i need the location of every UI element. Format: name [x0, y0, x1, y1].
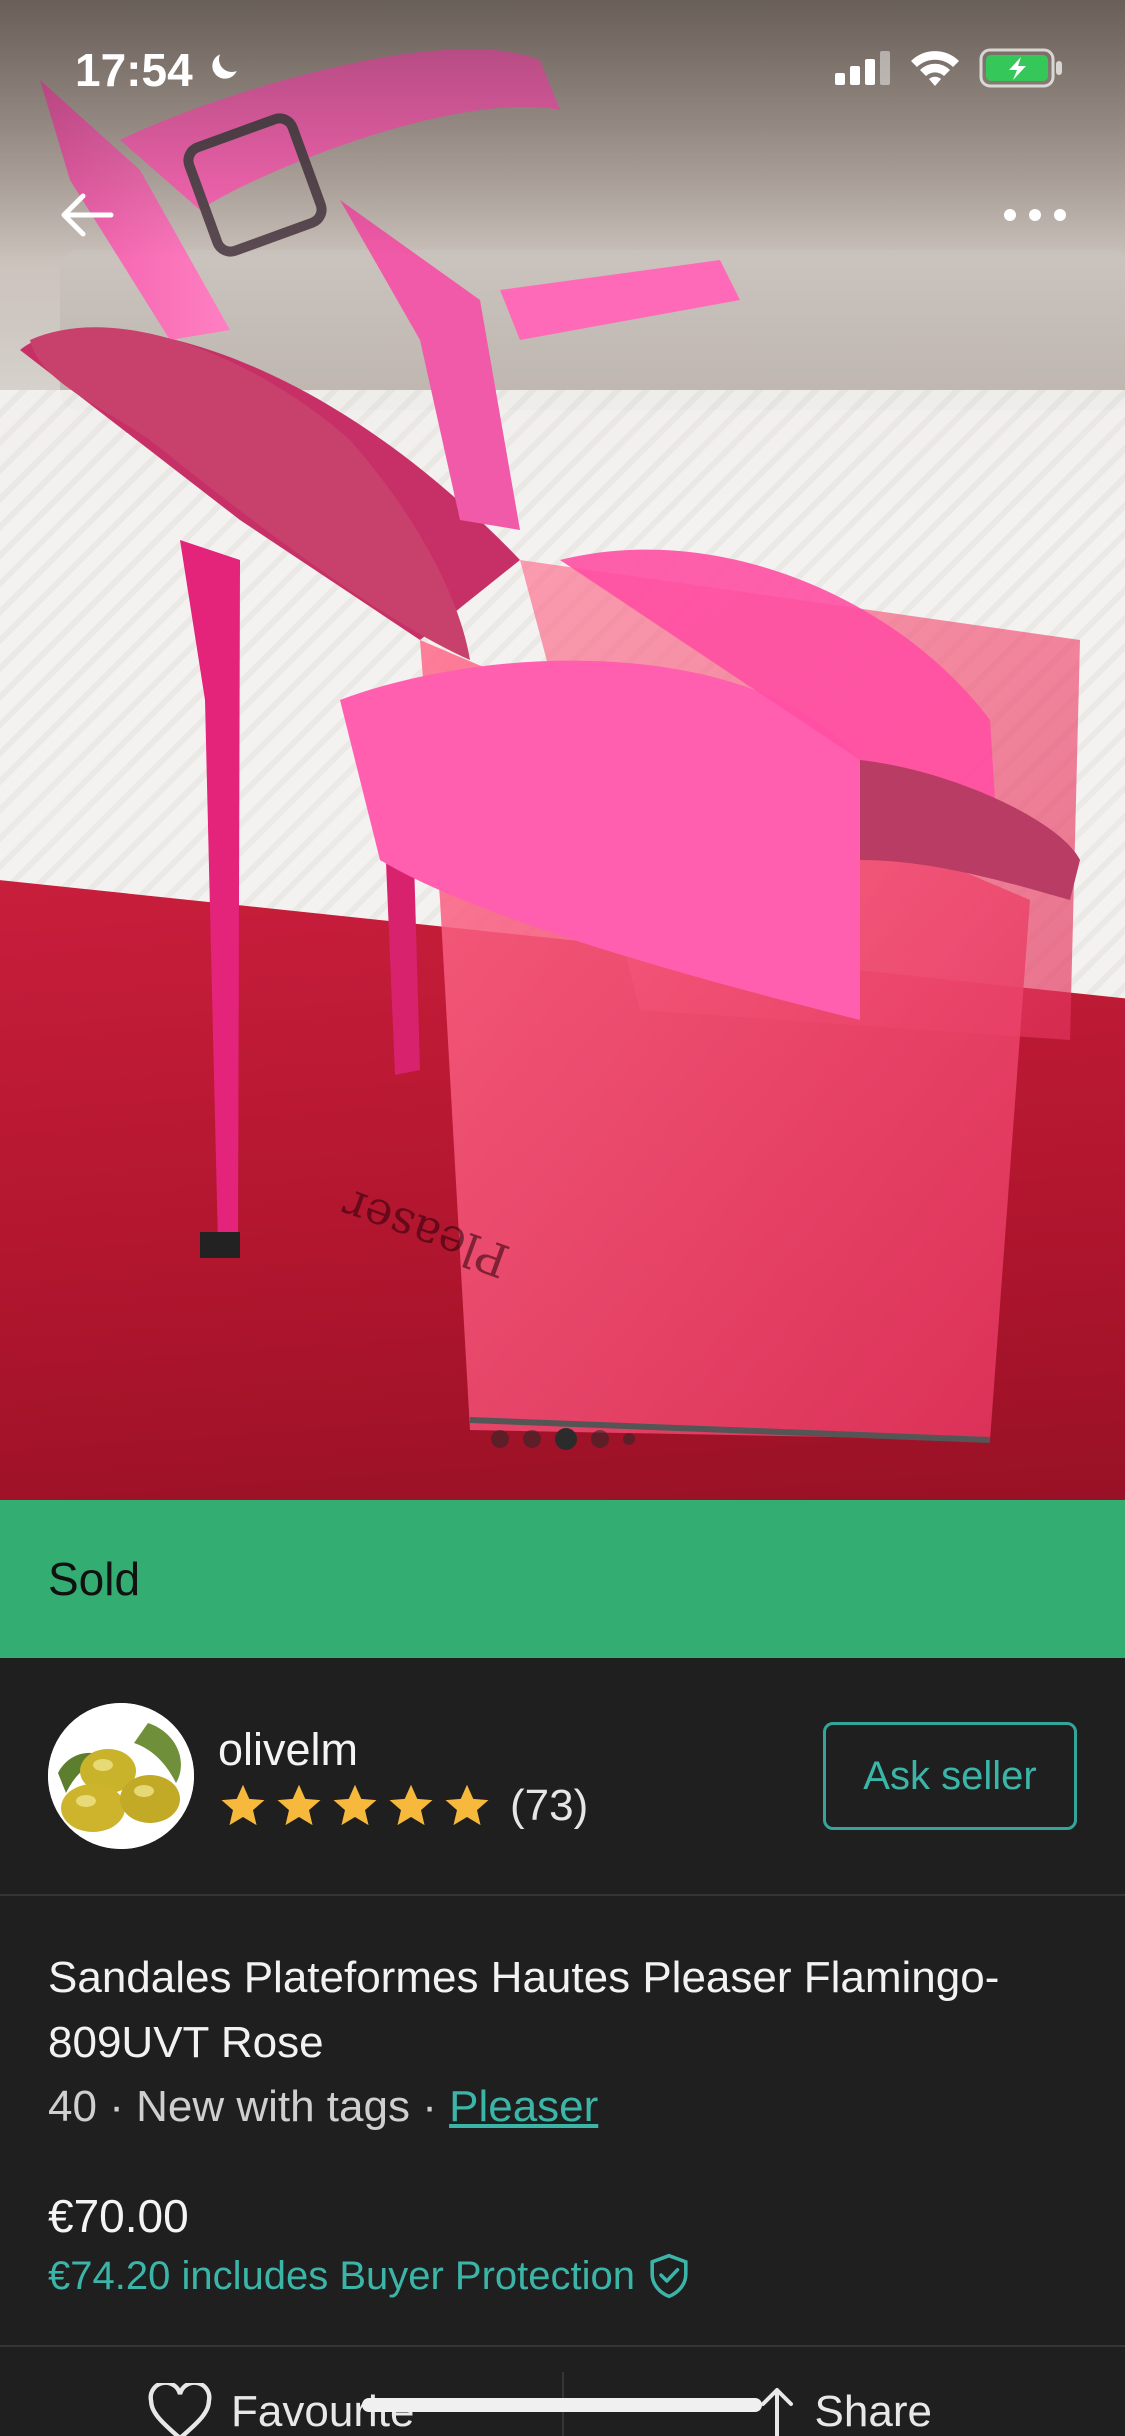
item-condition: New with tags — [136, 2082, 410, 2131]
item-details: Sandales Plateformes Hautes Pleaser Flam… — [48, 1945, 1078, 2299]
item-title: Sandales Plateformes Hautes Pleaser Flam… — [48, 1953, 1000, 2067]
star-icon — [445, 1784, 489, 1826]
more-horizontal-icon — [1004, 209, 1066, 221]
seller-rating[interactable]: (73) — [218, 1781, 823, 1831]
status-icons — [835, 47, 1065, 94]
olives-avatar-image — [48, 1703, 194, 1849]
heart-icon — [148, 2382, 212, 2436]
star-icon — [277, 1784, 321, 1826]
seller-row[interactable]: olivelm (73) Ask seller — [0, 1658, 1125, 1896]
rating-stars — [218, 1781, 492, 1831]
gallery-dot[interactable] — [622, 1433, 635, 1445]
home-indicator[interactable] — [362, 2398, 762, 2412]
meta-separator: · — [422, 2082, 450, 2131]
status-time: 17:54 — [75, 44, 193, 96]
buyer-protection[interactable]: €74.20 includes Buyer Protection — [48, 2253, 1078, 2299]
item-price: €70.00 — [48, 2190, 189, 2242]
rating-count: (73) — [510, 1781, 589, 1830]
ask-seller-button[interactable]: Ask seller — [823, 1722, 1077, 1830]
battery-charging-icon — [979, 47, 1065, 94]
item-meta: 40 · New with tags · Pleaser — [48, 2077, 1078, 2137]
moon-icon — [205, 43, 243, 97]
gallery-dot[interactable] — [522, 1430, 541, 1448]
star-icon — [389, 1784, 433, 1826]
wifi-icon — [909, 49, 961, 92]
buyer-protection-text[interactable]: €74.20 includes Buyer Protection — [48, 2254, 635, 2299]
gallery-dot[interactable] — [490, 1430, 509, 1448]
item-actions: Favourite Share — [0, 2347, 1125, 2436]
gallery-dot-active[interactable] — [554, 1428, 577, 1450]
star-icon — [221, 1784, 265, 1826]
sold-label: Sold — [48, 1553, 141, 1605]
seller-username[interactable]: olivelm — [218, 1721, 823, 1779]
share-label: Share — [814, 2386, 932, 2436]
more-options-button[interactable] — [995, 190, 1075, 240]
item-size: 40 — [48, 2082, 97, 2131]
favourite-button[interactable]: Favourite — [0, 2347, 562, 2436]
status-bar: 17:54 — [0, 0, 1125, 140]
meta-separator: · — [109, 2082, 137, 2131]
avatar[interactable] — [48, 1703, 194, 1849]
item-detail-screen: Pleaser 17:54 Sold olivelm (73) Ask sell… — [0, 0, 1125, 2436]
sold-banner: Sold — [0, 1500, 1125, 1658]
item-brand-link[interactable]: Pleaser — [449, 2082, 598, 2131]
shield-check-icon[interactable] — [647, 2253, 691, 2299]
gallery-dot[interactable] — [590, 1430, 609, 1448]
status-time-group: 17:54 — [75, 43, 243, 97]
back-button[interactable] — [52, 180, 122, 250]
share-icon — [760, 2387, 793, 2436]
item-photo[interactable]: Pleaser 17:54 — [0, 0, 1125, 1500]
arrow-left-icon — [61, 193, 114, 237]
star-icon — [333, 1784, 377, 1826]
share-button[interactable]: Share — [564, 2347, 1125, 2436]
gallery-pagination[interactable] — [0, 1428, 1125, 1450]
cellular-signal-icon — [835, 50, 891, 90]
seller-info: olivelm (73) — [218, 1721, 823, 1831]
